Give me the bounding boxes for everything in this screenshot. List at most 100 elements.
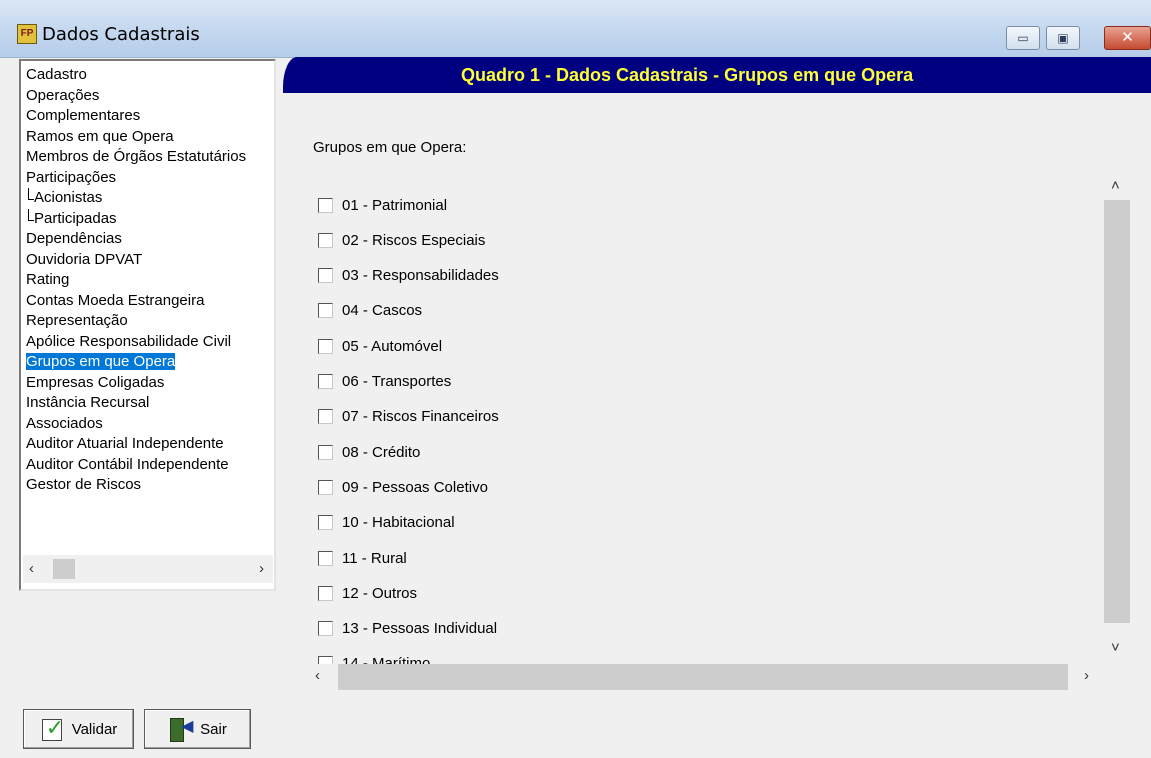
tree-item-label: Acionistas (34, 189, 103, 206)
tree-item-label: Contas Moeda Estrangeira (26, 291, 205, 309)
group-checkbox[interactable] (318, 409, 333, 425)
group-checkbox-row[interactable]: 06 - Transportes (318, 371, 451, 393)
tree-item-label: Empresas Coligadas (26, 373, 165, 391)
group-checkbox-label: 01 - Patrimonial (342, 196, 448, 214)
group-checkbox[interactable] (318, 197, 333, 213)
tree-item-label: Ouvidoria DPVAT (26, 250, 143, 268)
group-checkbox-label: 13 - Pessoas Individual (342, 620, 498, 638)
sair-button-label: Sair (200, 720, 227, 738)
group-checkbox-label: 12 - Outros (342, 584, 418, 602)
tree-item-label: Ramos em que Opera (26, 127, 174, 145)
tree-item[interactable]: Acionistas (24, 188, 276, 209)
sair-button[interactable]: ◀ Sair (144, 709, 251, 749)
tree-item[interactable]: Auditor Contábil Independente (24, 455, 276, 476)
group-checkbox-label: 08 - Crédito (342, 443, 421, 461)
tree-item[interactable]: Instância Recursal (24, 393, 276, 414)
tree-item-label: Gestor de Riscos (26, 476, 142, 493)
section-tree[interactable]: Cadastro Operações Complementares Ramos em … (19, 59, 276, 591)
group-checkbox-label: 02 - Riscos Especiais (342, 231, 486, 249)
scroll-right-icon[interactable]: › (1084, 667, 1089, 684)
tree-item-label: Apólice Responsabilidade Civil (26, 332, 232, 350)
group-checkbox-row[interactable]: 14 - Marítimo (318, 653, 430, 664)
validate-checklist-icon: ✓ (40, 717, 66, 741)
close-button[interactable]: ✕ (1104, 26, 1151, 50)
quadro-header-banner: Quadro 1 - Dados Cadastrais - Grupos em … (283, 57, 1151, 93)
tree-item[interactable]: Ramos em que Opera (24, 127, 276, 148)
tree-item[interactable]: Dependências (24, 229, 276, 250)
scroll-left-icon[interactable]: ‹ (315, 667, 320, 684)
scroll-down-icon[interactable]: ˅ (1111, 639, 1120, 656)
groups-vertical-scrollbar[interactable]: ˄ ˅ (1103, 169, 1131, 665)
group-checkbox[interactable] (318, 550, 333, 566)
group-checkbox[interactable] (318, 585, 333, 601)
groups-horizontal-scrollbar[interactable]: ‹ › (311, 664, 1105, 690)
tree-item-label: Cadastro (26, 66, 87, 83)
tree-item[interactable]: Representação (24, 311, 276, 332)
group-checkbox-row[interactable]: 11 - Rural (318, 547, 407, 569)
group-checkbox-row[interactable]: 09 - Pessoas Coletivo (318, 476, 488, 498)
groups-vscroll-thumb[interactable] (1104, 200, 1130, 623)
group-checkbox-row[interactable]: 08 - Crédito (318, 441, 420, 463)
group-checkbox-row[interactable]: 01 - Patrimonial (318, 194, 447, 216)
tree-item[interactable]: Cadastro (24, 65, 276, 86)
group-checkbox[interactable] (318, 232, 333, 248)
group-checkbox-label: 14 - Marítimo (342, 655, 431, 664)
tree-item[interactable]: Associados (24, 414, 276, 435)
group-checkbox[interactable] (318, 656, 333, 664)
tree-item[interactable]: Apólice Responsabilidade Civil (24, 332, 276, 353)
validar-button[interactable]: ✓ Validar (23, 709, 134, 749)
tree-item[interactable]: Participadas (24, 208, 276, 230)
tree-item-label: Auditor Atuarial Independente (26, 435, 224, 452)
tree-item-label: Participadas (34, 209, 117, 227)
groups-checkbox-list: 01 - Patrimonial 02 - Riscos Especiais 03 … (311, 168, 1106, 664)
group-checkbox-label: 05 - Automóvel (342, 337, 443, 355)
tree-item[interactable]: Contas Moeda Estrangeira (24, 291, 276, 312)
group-checkbox[interactable] (318, 621, 333, 637)
tree-horizontal-scrollbar[interactable]: ‹ › (23, 555, 273, 583)
tree-item[interactable]: Auditor Atuarial Independente (24, 434, 276, 455)
tree-item[interactable]: Complementares (24, 106, 276, 127)
tree-item[interactable]: Rating (24, 270, 276, 291)
tree-item-label: Participações (26, 168, 117, 186)
tree-item[interactable]: Ouvidoria DPVAT (24, 250, 276, 271)
group-checkbox[interactable] (318, 303, 333, 319)
group-checkbox-row[interactable]: 10 - Habitacional (318, 512, 455, 534)
group-checkbox-row[interactable]: 04 - Cascos (318, 300, 422, 322)
scroll-right-icon[interactable]: › (259, 560, 264, 577)
tree-item[interactable]: Operações (24, 86, 276, 107)
group-checkbox-row[interactable]: 07 - Riscos Financeiros (318, 406, 499, 428)
tree-item-label: Rating (26, 271, 70, 288)
group-checkbox-row[interactable]: 13 - Pessoas Individual (318, 618, 497, 640)
group-checkbox-label: 07 - Riscos Financeiros (342, 408, 499, 426)
group-checkbox-row[interactable]: 02 - Riscos Especiais (318, 229, 485, 251)
group-checkbox-label: 06 - Transportes (342, 373, 452, 390)
group-checkbox[interactable] (318, 515, 333, 531)
minimize-button[interactable]: ▭ (1006, 26, 1040, 50)
tree-item[interactable]: Gestor de Riscos (24, 475, 276, 496)
tree-branch-line (28, 188, 34, 200)
group-checkbox[interactable] (318, 268, 333, 284)
group-checkbox-row[interactable]: 12 - Outros (318, 582, 417, 604)
group-checkbox[interactable] (318, 338, 333, 354)
group-checkbox[interactable] (318, 444, 333, 460)
group-checkbox-row[interactable]: 03 - Responsabilidades (318, 265, 499, 287)
exit-door-icon: ◀ (168, 716, 194, 742)
tree-item[interactable]: Empresas Coligadas (24, 373, 276, 394)
scroll-up-icon[interactable]: ˄ (1111, 177, 1120, 194)
groups-hscroll-thumb[interactable] (338, 664, 1068, 690)
group-checkbox-row[interactable]: 05 - Automóvel (318, 335, 442, 357)
app-logo-icon: FP (17, 24, 37, 44)
maximize-button[interactable]: ▣ (1046, 26, 1080, 50)
section-tree-list: Cadastro Operações Complementares Ramos em … (24, 65, 276, 496)
tree-scroll-thumb[interactable] (53, 559, 75, 579)
group-checkbox[interactable] (318, 374, 333, 389)
group-checkbox[interactable] (318, 479, 333, 495)
tree-item[interactable]: Grupos em que Opera (24, 352, 276, 373)
tree-branch-line (28, 208, 34, 221)
tree-item[interactable]: Participações (24, 168, 276, 189)
tree-item[interactable]: Membros de Órgãos Estatutários (24, 147, 276, 168)
scroll-left-icon[interactable]: ‹ (29, 560, 34, 577)
tree-item-label: Dependências (26, 230, 122, 247)
group-checkbox-label: 11 - Rural (342, 549, 407, 567)
group-checkbox-label: 04 - Cascos (342, 302, 423, 320)
